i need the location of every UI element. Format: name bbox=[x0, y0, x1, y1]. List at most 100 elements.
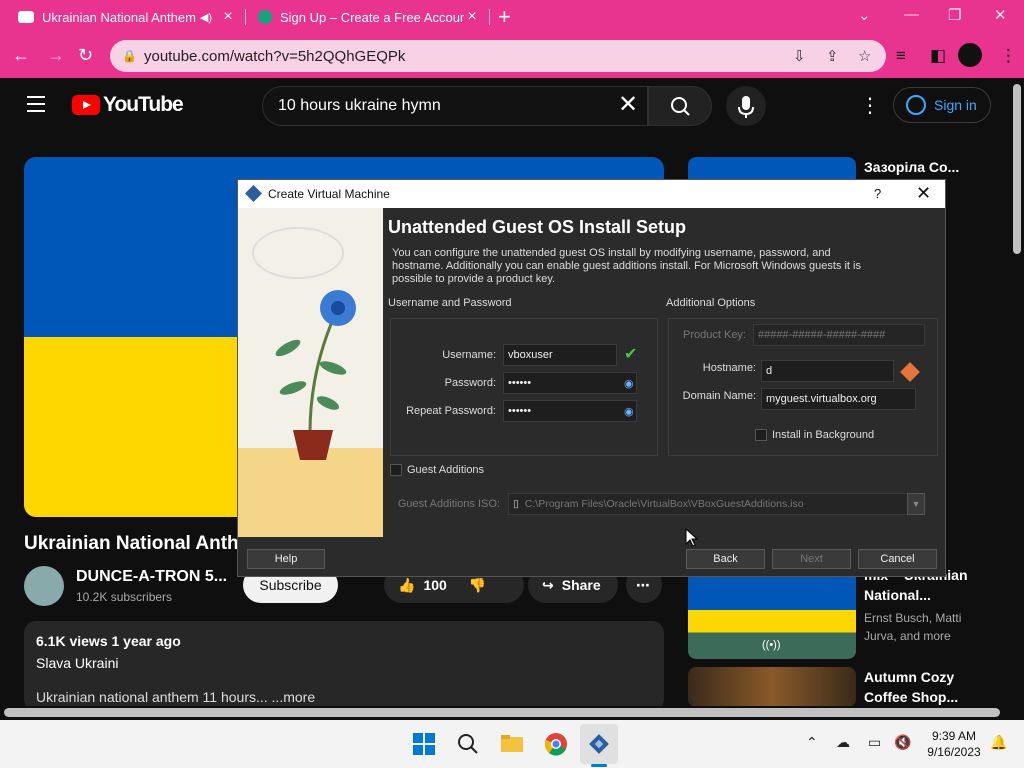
install-background-checkbox[interactable] bbox=[755, 429, 767, 441]
tab-signup[interactable]: Sign Up – Create a Free Account × bbox=[248, 0, 490, 34]
description-box[interactable]: 6.1K views 1 year ago Slava Ukraini Ukra… bbox=[24, 621, 664, 711]
install-app-icon[interactable]: ⇩ bbox=[793, 47, 806, 65]
forward-button[interactable]: → bbox=[47, 45, 65, 66]
password-label: Password: bbox=[444, 377, 496, 389]
description-line: Slava Ukraini bbox=[36, 655, 119, 671]
channel-name[interactable]: DUNCE-A-TRON 5... bbox=[76, 568, 227, 586]
vertical-scrollbar[interactable] bbox=[1010, 78, 1024, 706]
tab-search-icon[interactable]: ⌄ bbox=[858, 6, 871, 24]
url-bar[interactable]: 🔒 youtube.com/watch?v=5h2QQhGEQPk bbox=[110, 40, 886, 72]
minimize-button[interactable]: — bbox=[904, 6, 919, 23]
voice-search-button[interactable] bbox=[726, 86, 766, 126]
domain-name-field[interactable]: myguest.virtualbox.org bbox=[761, 388, 916, 410]
group-label-user: Username and Password bbox=[388, 297, 512, 309]
ga-iso-label: Guest Additions ISO: bbox=[397, 498, 500, 510]
windows-start-icon[interactable] bbox=[412, 732, 436, 756]
dialog-title-bar: Create Virtual Machine bbox=[238, 180, 945, 208]
grammarly-favicon-icon bbox=[258, 10, 272, 24]
tab-title: Sign Up – Create a Free Account bbox=[280, 9, 464, 25]
product-key-label: Product Key: bbox=[683, 329, 746, 341]
youtube-logo[interactable]: YouTube bbox=[72, 93, 184, 117]
taskbar: ⌃ ☁ ▭ 🔇 9:39 AM 9/16/2023 🔔 bbox=[0, 720, 1024, 768]
file-icon: ▯ bbox=[513, 498, 519, 510]
chrome-menu-icon[interactable]: ⋮ bbox=[1000, 46, 1017, 66]
view-stats: 6.1K views 1 year ago bbox=[36, 633, 181, 649]
close-icon[interactable]: ✕ bbox=[916, 183, 931, 204]
intro-text: You can configure the unattended guest O… bbox=[392, 247, 861, 285]
page-title: Unattended Guest OS Install Setup bbox=[388, 217, 687, 237]
chrome-icon[interactable] bbox=[544, 732, 568, 756]
help-icon[interactable]: ? bbox=[874, 186, 881, 201]
install-background-label: Install in Background bbox=[772, 429, 875, 441]
close-tab-icon[interactable]: × bbox=[464, 8, 480, 26]
close-tab-icon[interactable]: × bbox=[220, 8, 236, 26]
password-field[interactable]: •••••• bbox=[503, 372, 637, 394]
iso-dropdown-icon[interactable]: ▼ bbox=[907, 493, 925, 515]
virtualbox-icon[interactable] bbox=[587, 732, 611, 756]
thumbs-down-icon[interactable]: 👎 bbox=[469, 577, 486, 594]
youtube-play-icon bbox=[72, 95, 100, 115]
notifications-bell-icon[interactable]: 🔔 bbox=[990, 734, 1007, 751]
like-count[interactable]: 100 bbox=[423, 577, 446, 593]
channel-avatar[interactable] bbox=[24, 566, 64, 606]
file-explorer-icon[interactable] bbox=[500, 732, 524, 756]
show-password-icon[interactable]: ◉ bbox=[624, 405, 634, 418]
group-label-options: Additional Options bbox=[666, 297, 756, 309]
hostname-field[interactable]: d bbox=[761, 360, 894, 382]
bookmark-star-icon[interactable]: ☆ bbox=[858, 47, 871, 65]
menu-icon[interactable] bbox=[27, 96, 45, 117]
guest-additions-checkbox[interactable] bbox=[390, 464, 402, 476]
mouse-cursor-icon bbox=[685, 528, 699, 547]
back-button-dialog[interactable]: Back bbox=[686, 549, 765, 569]
microphone-icon bbox=[738, 96, 754, 118]
valid-check-icon: ✔ bbox=[624, 346, 638, 363]
cloud-sync-icon[interactable]: ☁ bbox=[836, 734, 850, 751]
new-tab-button[interactable]: + bbox=[498, 4, 511, 30]
tab-youtube[interactable]: Ukrainian National Anthem ◀) × bbox=[8, 0, 246, 34]
horizontal-scrollbar[interactable] bbox=[0, 706, 1024, 720]
show-password-icon[interactable]: ◉ bbox=[624, 377, 634, 390]
profile-avatar-icon[interactable] bbox=[958, 43, 982, 67]
domain-name-label: Domain Name: bbox=[682, 390, 756, 402]
rec-thumbnail bbox=[688, 667, 856, 707]
product-key-field[interactable]: #####-#####-#####-#### bbox=[753, 324, 925, 346]
username-field[interactable]: vboxuser bbox=[503, 344, 617, 366]
clear-search-icon[interactable]: ✕ bbox=[618, 93, 638, 117]
volume-muted-icon[interactable]: 🔇 bbox=[894, 734, 911, 751]
back-button[interactable]: ← bbox=[12, 45, 30, 66]
username-label: Username: bbox=[442, 349, 496, 361]
reload-button[interactable]: ↻ bbox=[78, 45, 93, 66]
live-mix-icon: ((•)) bbox=[762, 639, 781, 651]
video-title: Ukrainian National Anthe bbox=[24, 533, 250, 554]
search-button[interactable] bbox=[648, 86, 712, 126]
search-icon[interactable] bbox=[456, 732, 480, 756]
network-icon[interactable]: ▭ bbox=[868, 734, 881, 751]
side-panel-icon[interactable]: ◧ bbox=[930, 46, 946, 66]
reading-list-icon[interactable]: ≡ bbox=[896, 46, 906, 66]
wizard-illustration bbox=[238, 208, 383, 537]
show-hidden-icons-icon[interactable]: ⌃ bbox=[806, 734, 818, 751]
repeat-password-field[interactable]: •••••• bbox=[503, 400, 637, 422]
sign-in-button[interactable]: Sign in bbox=[893, 87, 991, 123]
repeat-password-label: Repeat Password: bbox=[406, 405, 496, 417]
hostname-label: Hostname: bbox=[702, 362, 756, 374]
system-clock[interactable]: 9:39 AM 9/16/2023 bbox=[922, 728, 986, 760]
close-window-button[interactable]: ✕ bbox=[994, 6, 1007, 24]
help-button[interactable]: Help bbox=[247, 549, 325, 569]
ga-iso-field[interactable]: ▯ C:\Program Files\Oracle\VirtualBox\VBo… bbox=[508, 493, 908, 515]
settings-dots-icon[interactable]: ⋮ bbox=[860, 93, 880, 118]
address-toolbar: ← → ↻ 🔒 youtube.com/watch?v=5h2QQhGEQPk … bbox=[0, 34, 1024, 78]
rec-thumbnail: ((•)) bbox=[688, 565, 856, 659]
audio-icon[interactable]: ◀) bbox=[200, 11, 212, 24]
share-icon[interactable]: ⇪ bbox=[826, 47, 839, 65]
youtube-favicon-icon bbox=[18, 11, 34, 23]
account-icon bbox=[906, 95, 926, 115]
search-input[interactable]: 10 hours ukraine hymn bbox=[262, 86, 648, 126]
guest-additions-label: Guest Additions bbox=[407, 464, 485, 476]
tab-title: Ukrainian National Anthem bbox=[42, 9, 196, 25]
restore-button[interactable]: ❐ bbox=[948, 6, 961, 24]
browser-tab-bar: Ukrainian National Anthem ◀) × Sign Up –… bbox=[0, 0, 1024, 34]
cancel-button[interactable]: Cancel bbox=[858, 549, 937, 569]
next-button[interactable]: Next bbox=[772, 549, 851, 569]
thumbs-up-icon[interactable]: 👍 bbox=[398, 577, 415, 594]
